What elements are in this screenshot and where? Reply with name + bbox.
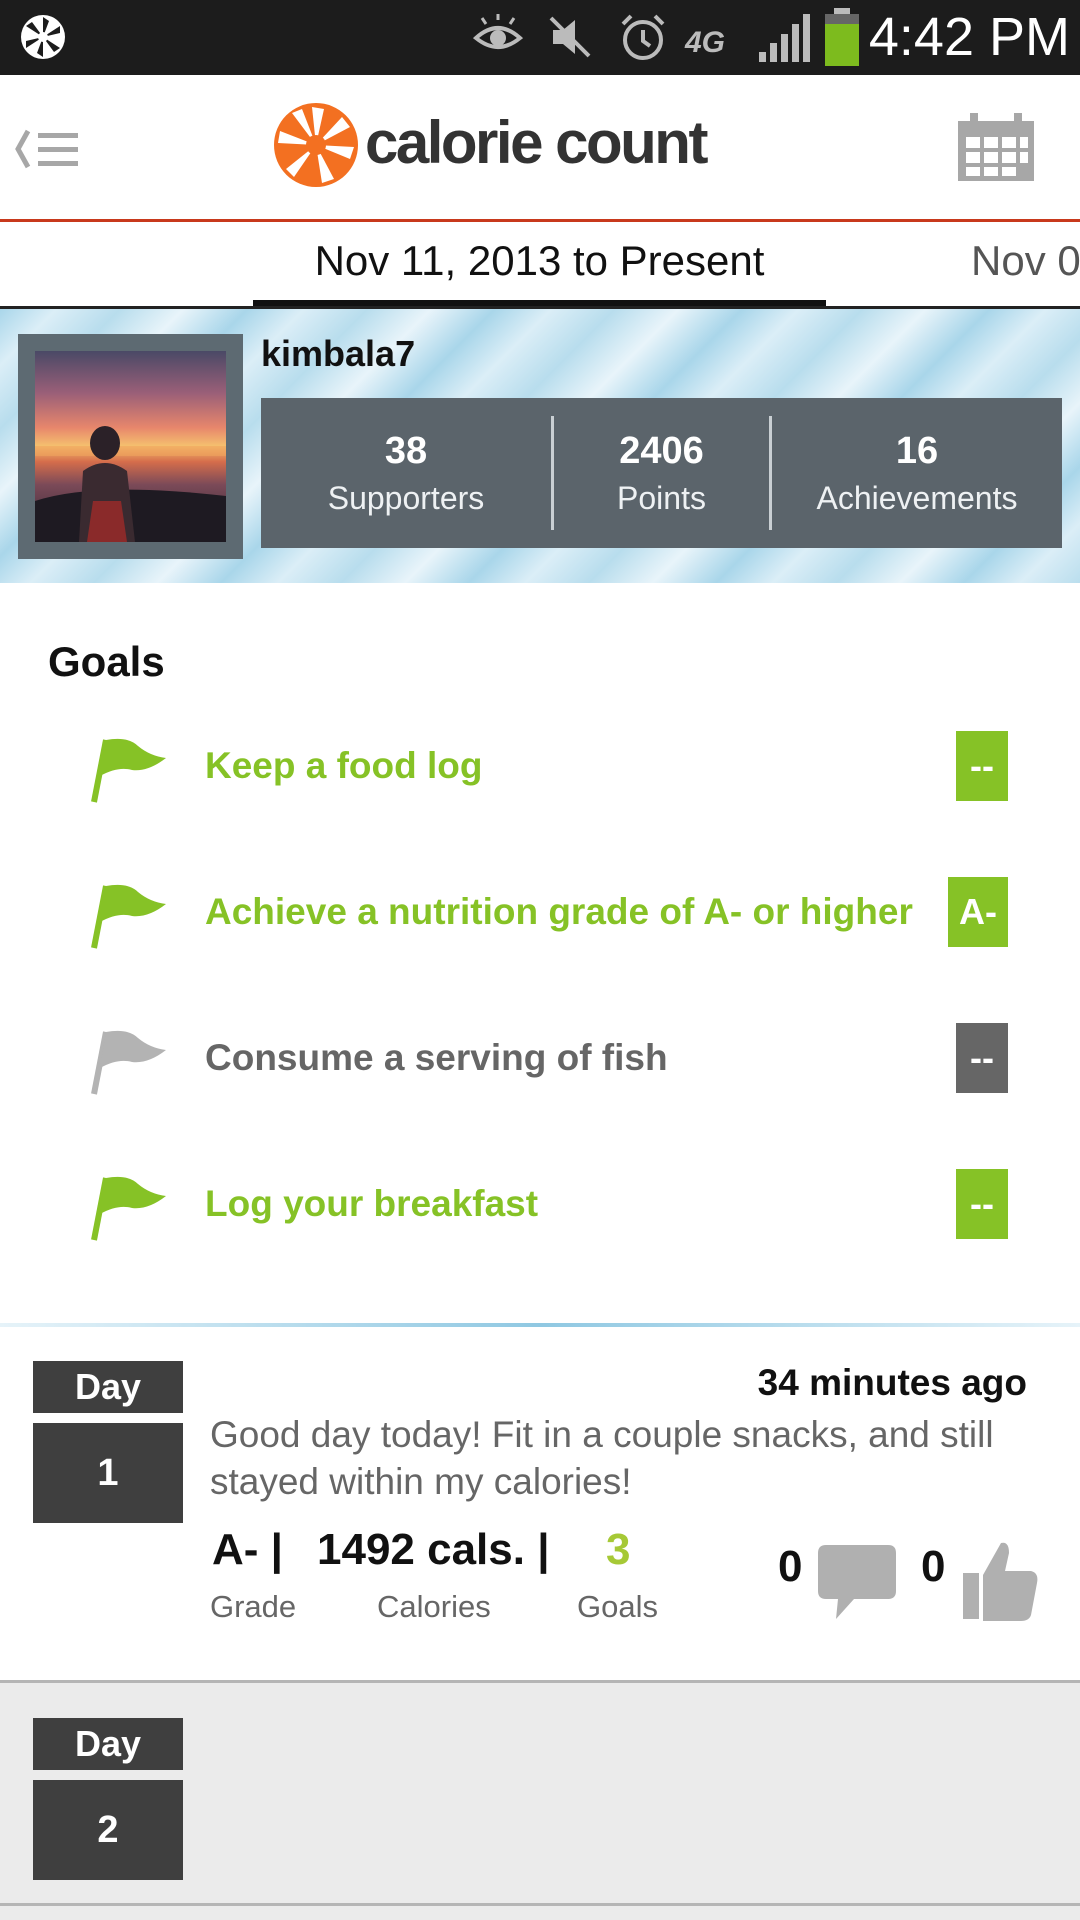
calories-value: 1492 cals. |: [317, 1525, 550, 1574]
thumbs-up-icon[interactable]: [961, 1539, 1041, 1623]
comment-icon[interactable]: [816, 1543, 898, 1621]
day-entry[interactable]: Day 1 34 minutes ago Good day today! Fit…: [0, 1327, 1080, 1681]
tab-current-range[interactable]: Nov 11, 2013 to Present: [253, 222, 826, 306]
brand-logo: calorie count: [272, 101, 742, 193]
comment-count: 0: [778, 1542, 803, 1591]
status-time: 4:42 PM: [868, 7, 1070, 67]
goals-heading: Goals: [48, 638, 165, 685]
alarm-icon: [621, 14, 665, 60]
profile-banner: kimbala7 38 Supporters 2406 Points 16 Ac…: [0, 309, 1080, 583]
mute-icon: [549, 16, 591, 58]
goal-item[interactable]: Achieve a nutrition grade of A- or highe…: [0, 874, 1080, 954]
signal-icon: [759, 14, 810, 62]
day-number: 1: [33, 1423, 183, 1523]
stat-value: 16: [895, 430, 939, 472]
goal-item[interactable]: Log your breakfast --: [0, 1166, 1080, 1246]
day-label: Day: [33, 1718, 183, 1770]
goal-status-badge: --: [956, 1023, 1008, 1093]
stat-supporters[interactable]: 38 Supporters: [261, 398, 551, 548]
stat-value: 2406: [619, 430, 704, 472]
goal-text: Log your breakfast: [205, 1183, 539, 1224]
avatar[interactable]: [35, 351, 226, 542]
flag-icon: [91, 884, 166, 949]
goal-status-badge: --: [956, 731, 1008, 801]
calories-label: Calories: [377, 1589, 491, 1624]
like-count: 0: [921, 1542, 946, 1591]
day-number: 2: [33, 1780, 183, 1880]
day-label: Day: [33, 1361, 183, 1413]
flag-icon: [91, 1030, 166, 1095]
flag-icon: [91, 1176, 166, 1241]
goal-item[interactable]: Consume a serving of fish --: [0, 1020, 1080, 1100]
4g-icon: 4G: [684, 26, 725, 59]
brand-name: calorie count: [365, 109, 708, 176]
tab-current-range-label: Nov 11, 2013 to Present: [314, 237, 765, 284]
post-timestamp: 34 minutes ago: [757, 1362, 1027, 1403]
status-bar: 4G 4:42 PM: [0, 0, 1080, 75]
goal-text: Consume a serving of fish: [205, 1037, 668, 1078]
post-text: Good day today! Fit in a couple snacks, …: [210, 1414, 994, 1502]
stat-label: Points: [617, 480, 706, 516]
avatar-photo: [35, 426, 226, 542]
calendar-icon[interactable]: [958, 113, 1034, 181]
back-menu-icon[interactable]: [10, 125, 82, 173]
goal-status-badge: A-: [948, 877, 1008, 947]
profile-stats: 38 Supporters 2406 Points 16 Achievement…: [261, 398, 1062, 548]
day-entry[interactable]: Day 2: [0, 1683, 1080, 1920]
tab-next-range[interactable]: Nov 0: [971, 222, 1080, 300]
grade-label: Grade: [210, 1589, 297, 1624]
flag-icon: [91, 738, 166, 803]
date-range-tabs: Nov 11, 2013 to Present Nov 0: [0, 222, 1080, 309]
stat-achievements[interactable]: 16 Achievements: [772, 398, 1062, 548]
pinwheel-icon: [21, 15, 65, 59]
grade-value: A- |: [212, 1525, 283, 1574]
stat-points[interactable]: 2406 Points: [554, 398, 769, 548]
stat-label: Supporters: [327, 480, 485, 516]
goal-text: Keep a food log: [205, 745, 483, 786]
battery-icon: [825, 8, 859, 66]
goals-count-label: Goals: [577, 1589, 658, 1624]
eye-icon: [472, 14, 524, 49]
app-header: calorie count: [0, 75, 1080, 222]
sunburst-logo-icon: [274, 103, 358, 187]
svg-text:4G: 4G: [684, 26, 725, 59]
stat-label: Achievements: [816, 480, 1018, 516]
goal-item[interactable]: Keep a food log --: [0, 728, 1080, 808]
entry-divider: [0, 1903, 1080, 1906]
avatar-frame: [18, 334, 243, 559]
goal-text: Achieve a nutrition grade of A- or highe…: [205, 891, 913, 932]
goals-count-value: 3: [606, 1525, 631, 1574]
goal-status-badge: --: [956, 1169, 1008, 1239]
username[interactable]: kimbala7: [261, 333, 415, 375]
stat-value: 38: [384, 430, 428, 472]
